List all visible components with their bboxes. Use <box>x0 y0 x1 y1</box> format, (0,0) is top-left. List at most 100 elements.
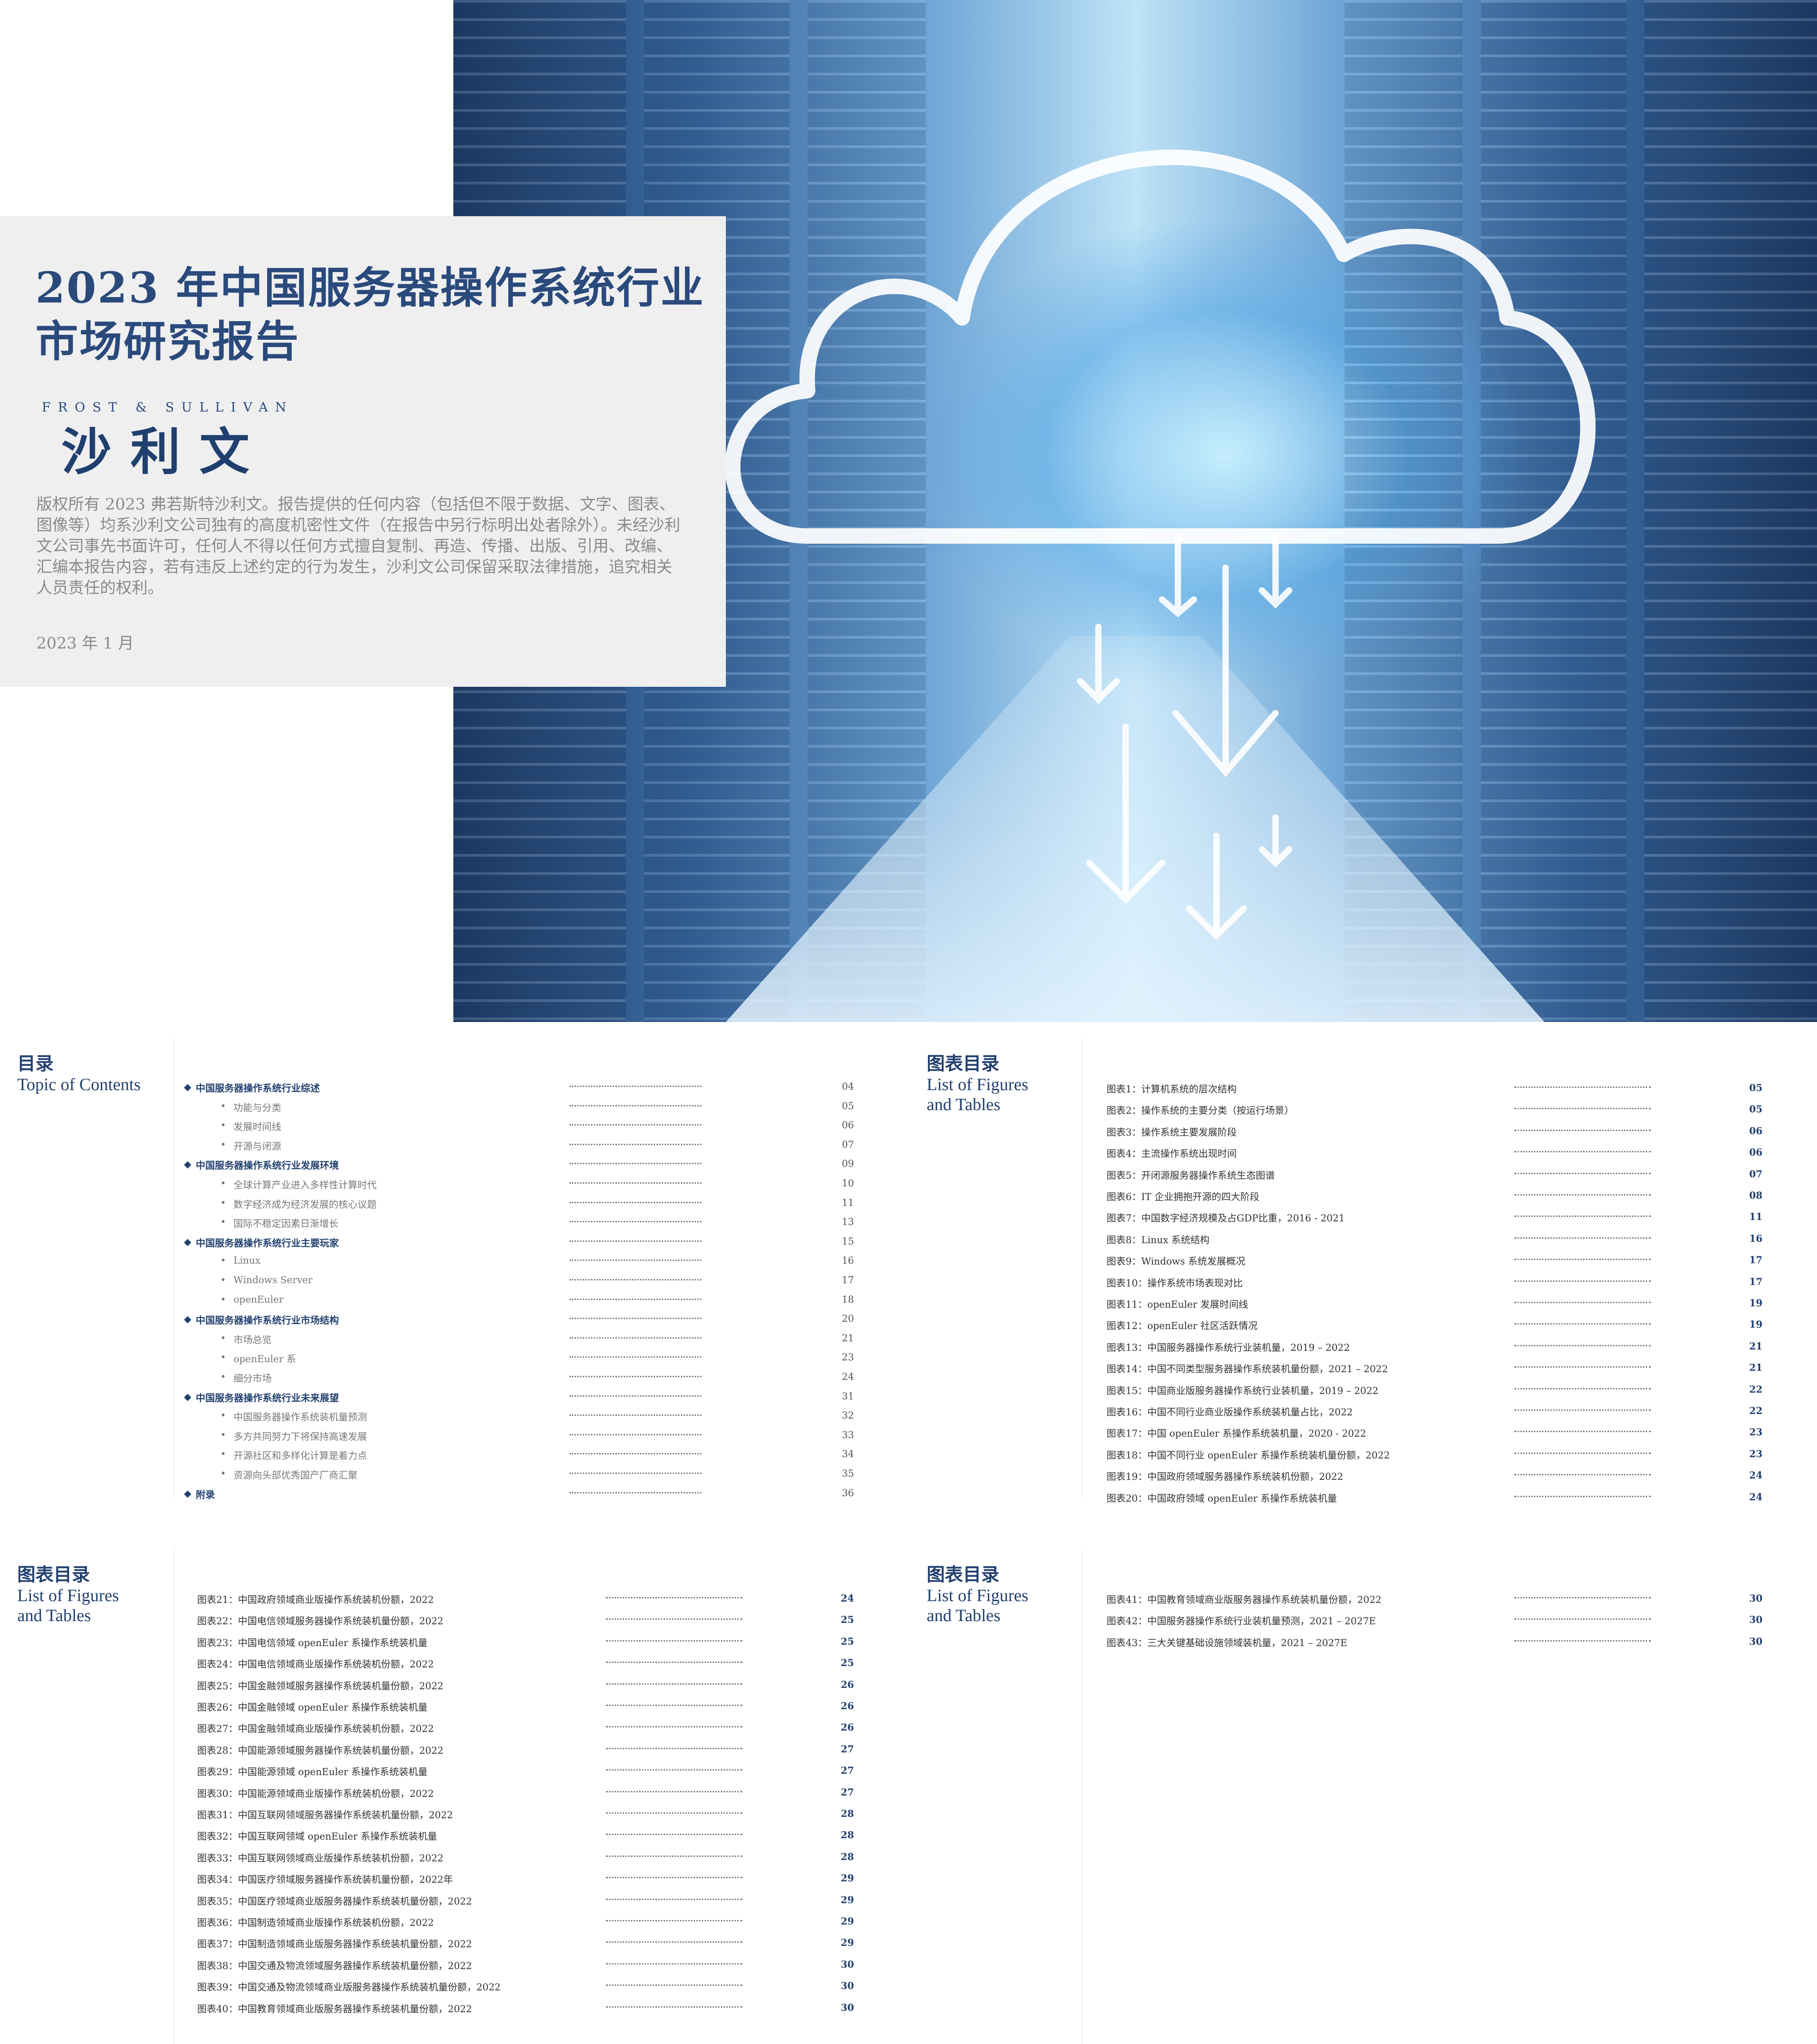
figure-list-link[interactable]: 图表24：中国电信领域商业版操作系统装机份额，2022 25 <box>197 1653 854 1672</box>
figure-list-link[interactable]: 图表20：中国政府领域 openEuler 系操作系统装机量 24 <box>1107 1488 1762 1506</box>
toc-section-link[interactable]: 中国服务器操作系统行业综述 ◆ 04 <box>184 1077 854 1096</box>
toc-subsection-link[interactable]: openEuler 系 • 23 <box>184 1348 854 1366</box>
figure-list-link[interactable]: 图表30：中国能源领域商业版操作系统装机份额，2022 27 <box>197 1783 854 1801</box>
toc-subsection-link[interactable]: 细分市场 • 24 <box>184 1368 854 1386</box>
toc-subsection-link[interactable]: 中国服务器操作系统装机量预测 • 32 <box>184 1406 854 1424</box>
dotted-leader <box>570 1086 701 1087</box>
dotted-leader <box>606 2006 742 2008</box>
page-number: 22 <box>1749 1405 1762 1416</box>
figure-list-link[interactable]: 图表29：中国能源领域 openEuler 系操作系统装机量 27 <box>197 1761 854 1779</box>
page-number: 05 <box>842 1100 854 1111</box>
figure-list-link[interactable]: 图表14：中国不同类型服务器操作系统装机量份额，2021 – 2022 21 <box>1107 1358 1762 1376</box>
entry-label: 图表38：中国交通及物流领域服务器操作系统装机量份额，2022 <box>197 1960 472 1971</box>
figure-list-link[interactable]: 图表34：中国医疗领域服务器操作系统装机量份额，2022年 29 <box>197 1869 854 1887</box>
toc-section-link[interactable]: 附录 ◆ 36 <box>184 1484 854 1502</box>
figure-list-link[interactable]: 图表38：中国交通及物流领域服务器操作系统装机量份额，2022 30 <box>197 1955 854 1973</box>
toc-subsection-link[interactable]: 发展时间线 • 06 <box>184 1116 854 1134</box>
figure-list-link[interactable]: 图表21：中国政府领域商业版操作系统装机份额，2022 24 <box>197 1589 854 1607</box>
toc-subsection-link[interactable]: Windows Server • 17 <box>184 1271 854 1289</box>
figure-list-link[interactable]: 图表32：中国互联网领域 openEuler 系操作系统装机量 28 <box>197 1826 854 1844</box>
figure-list-link[interactable]: 图表18：中国不同行业 openEuler 系操作系统装机量份额，2022 23 <box>1107 1444 1762 1463</box>
figure-list-link[interactable]: 图表35：中国医疗领域商业版服务器操作系统装机量份额，2022 29 <box>197 1890 854 1909</box>
figure-list-link[interactable]: 图表5：开闭源服务器操作系统生态图谱 07 <box>1107 1165 1762 1183</box>
page-number: 17 <box>1749 1254 1762 1266</box>
dotted-leader <box>570 1221 701 1223</box>
figure-list-link[interactable]: 图表6：IT 企业拥抱开源的四大阶段 08 <box>1107 1186 1762 1204</box>
figure-list-link[interactable]: 图表3：操作系统主要发展阶段 06 <box>1107 1121 1762 1140</box>
dotted-leader <box>606 1812 742 1814</box>
figure-list-link[interactable]: 图表41：中国教育领域商业版服务器操作系统装机量份额，2022 30 <box>1107 1589 1762 1607</box>
figure-list-link[interactable]: 图表26：中国金融领域 openEuler 系操作系统装机量 26 <box>197 1697 854 1715</box>
figure-list-link[interactable]: 图表37：中国制造领域商业版服务器操作系统装机量份额，2022 29 <box>197 1933 854 1951</box>
entry-label: 发展时间线 <box>233 1121 281 1133</box>
figure-list-link[interactable]: 图表17：中国 openEuler 系操作系统装机量，2020 - 2022 23 <box>1107 1423 1762 1441</box>
figure-list-link[interactable]: 图表10：操作系统市场表现对比 17 <box>1107 1272 1762 1290</box>
dotted-leader <box>570 1318 701 1320</box>
toc-subsection-link[interactable]: 资源向头部优秀国产厂商汇聚 • 35 <box>184 1464 854 1483</box>
dotted-leader <box>1514 1640 1651 1642</box>
toc-subsection-link[interactable]: Linux • 16 <box>184 1251 854 1270</box>
figure-list-link[interactable]: 图表19：中国政府领域服务器操作系统装机份额，2022 24 <box>1107 1466 1762 1484</box>
figure-list-link[interactable]: 图表8：Linux 系统结构 16 <box>1107 1229 1762 1247</box>
figures-title-en-line2: and Tables <box>927 1606 1001 1625</box>
figure-list-link[interactable]: 图表16：中国不同行业商业版操作系统装机量占比，2022 22 <box>1107 1401 1762 1419</box>
figure-list-link[interactable]: 图表12：openEuler 社区活跃情况 19 <box>1107 1315 1762 1333</box>
page-number: 25 <box>840 1657 854 1669</box>
toc-section-link[interactable]: 中国服务器操作系统行业发展环境 ◆ 09 <box>184 1155 854 1173</box>
figure-list-link[interactable]: 图表4：主流操作系统出现时间 06 <box>1107 1143 1762 1161</box>
figure-list-link[interactable]: 图表23：中国电信领域 openEuler 系操作系统装机量 25 <box>197 1632 854 1650</box>
dotted-leader <box>606 1920 742 1921</box>
figure-list-link[interactable]: 图表22：中国电信领域服务器操作系统装机量份额，2022 25 <box>197 1610 854 1628</box>
entry-label: 中国服务器操作系统行业主要玩家 <box>196 1237 339 1249</box>
toc-subsection-link[interactable]: 数字经济成为经济发展的核心议题 • 11 <box>184 1194 854 1212</box>
toc-subsection-link[interactable]: 开源社区和多样化计算是着力点 • 34 <box>184 1445 854 1463</box>
figure-list-link[interactable]: 图表2：操作系统的主要分类（按运行场景） 05 <box>1107 1100 1762 1118</box>
toc-subsection-link[interactable]: 市场总览 • 21 <box>184 1329 854 1347</box>
figure-list-link[interactable]: 图表39：中国交通及物流领域商业版服务器操作系统装机量份额，2022 30 <box>197 1976 854 1994</box>
figure-list-link[interactable]: 图表13：中国服务器操作系统行业装机量，2019 – 2022 21 <box>1107 1337 1762 1355</box>
figure-list-link[interactable]: 图表7：中国数字经济规模及占GDP比重，2016 - 2021 11 <box>1107 1207 1762 1225</box>
toc-subsection-link[interactable]: openEuler • 18 <box>184 1290 854 1309</box>
toc-section-link[interactable]: 中国服务器操作系统行业未来展望 ◆ 31 <box>184 1387 854 1405</box>
copyright-notice: 版权所有 2023 弗若斯特沙利文。报告提供的任何内容（包括但不限于数据、文字、… <box>36 496 680 597</box>
toc-heading: 目录 Topic of Contents <box>17 1053 141 1095</box>
figure-list-link[interactable]: 图表36：中国制造领域商业版操作系统装机份额，2022 29 <box>197 1912 854 1930</box>
toc-subsection-link[interactable]: 功能与分类 • 05 <box>184 1097 854 1115</box>
figure-list-link[interactable]: 图表9：Windows 系统发展概况 17 <box>1107 1250 1762 1269</box>
dot-bullet-icon: • <box>220 1371 226 1382</box>
diamond-bullet-icon: ◆ <box>184 1390 192 1402</box>
figure-list-link[interactable]: 图表42：中国服务器操作系统行业装机量预测，2021 – 2027E 30 <box>1107 1610 1762 1628</box>
page-number: 21 <box>1749 1340 1762 1352</box>
figure-list-link[interactable]: 图表15：中国商业版服务器操作系统行业装机量，2019 – 2022 22 <box>1107 1380 1762 1398</box>
page-number: 30 <box>1749 1635 1762 1647</box>
dotted-leader <box>570 1395 701 1397</box>
dotted-leader <box>606 1726 742 1728</box>
toc-subsection-link[interactable]: 全球计算产业进入多样性计算时代 • 10 <box>184 1174 854 1192</box>
toc-subsection-link[interactable]: 国际不稳定因素日渐增长 • 13 <box>184 1213 854 1231</box>
dotted-leader <box>606 1683 742 1685</box>
figure-list-link[interactable]: 图表11：openEuler 发展时间线 19 <box>1107 1294 1762 1312</box>
toc-subsection-link[interactable]: 开源与闭源 • 07 <box>184 1136 854 1154</box>
toc-section-link[interactable]: 中国服务器操作系统行业主要玩家 ◆ 15 <box>184 1232 854 1250</box>
dotted-leader <box>606 1662 742 1663</box>
figure-list-link[interactable]: 图表1：计算机系统的层次结构 05 <box>1107 1078 1762 1096</box>
entry-label: 附录 <box>196 1488 215 1500</box>
dotted-leader <box>570 1337 701 1339</box>
toc-title-cn: 目录 <box>17 1053 54 1074</box>
entry-label: 图表33：中国互联网领域商业版操作系统装机份额，2022 <box>197 1852 444 1864</box>
figure-list-link[interactable]: 图表33：中国互联网领域商业版操作系统装机份额，2022 28 <box>197 1847 854 1865</box>
figure-list-link[interactable]: 图表43：三大关键基础设施领域装机量，2021 – 2027E 30 <box>1107 1632 1762 1650</box>
figure-list-link[interactable]: 图表40：中国教育领域商业版服务器操作系统装机量份额，2022 30 <box>197 1998 854 2016</box>
dotted-leader <box>606 1834 742 1836</box>
entry-label: 资源向头部优秀国产厂商汇聚 <box>233 1470 357 1481</box>
toc-subsection-link[interactable]: 多方共同努力下将保持高速发展 • 33 <box>184 1426 854 1444</box>
toc-title-en: Topic of Contents <box>17 1075 141 1094</box>
toc-section-link[interactable]: 中国服务器操作系统行业市场结构 ◆ 20 <box>184 1310 854 1328</box>
dotted-leader <box>1514 1452 1651 1454</box>
page-number: 25 <box>840 1614 854 1626</box>
figure-list-link[interactable]: 图表31：中国互联网领域服务器操作系统装机量份额，2022 28 <box>197 1804 854 1822</box>
figure-list-link[interactable]: 图表27：中国金融领域商业版操作系统装机份额，2022 26 <box>197 1718 854 1736</box>
figure-list-link[interactable]: 图表28：中国能源领域服务器操作系统装机量份额，2022 27 <box>197 1740 854 1758</box>
entry-label: 功能与分类 <box>233 1102 281 1113</box>
figure-list-link[interactable]: 图表25：中国金融领域服务器操作系统装机量份额，2022 26 <box>197 1675 854 1693</box>
